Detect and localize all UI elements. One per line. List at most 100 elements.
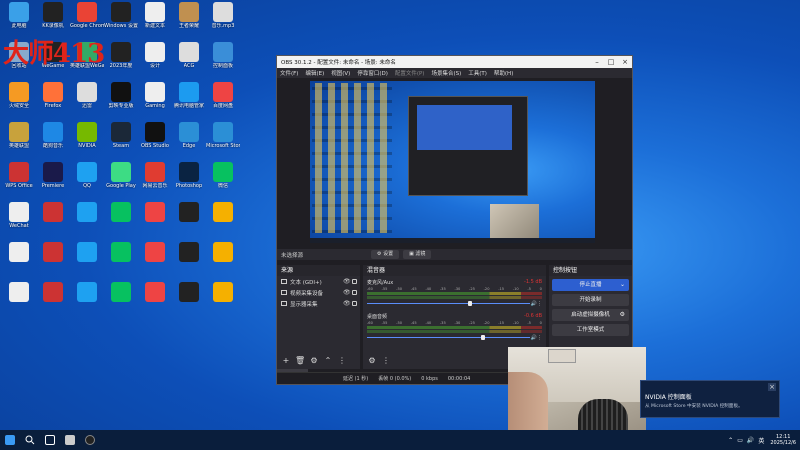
volume-slider[interactable]	[367, 301, 530, 306]
desktop-icon[interactable]: Edge	[172, 122, 206, 162]
desktop-icon[interactable]	[206, 242, 240, 282]
volume-icon[interactable]: 🔊	[747, 437, 754, 444]
desktop-icon[interactable]: 网易云音乐	[138, 162, 172, 202]
start-recording-button[interactable]: 开始录制	[552, 294, 629, 306]
desktop-icon[interactable]: Firefox	[36, 82, 70, 122]
visibility-eye-icon[interactable]: 👁	[343, 300, 351, 307]
desktop-icon[interactable]	[36, 242, 70, 282]
desktop-icon[interactable]: OBS Studio	[138, 122, 172, 162]
desktop-icon[interactable]: 音乐.mp3	[206, 2, 240, 42]
filters-button[interactable]: ▣ 滤镜	[403, 250, 432, 259]
volume-slider-thumb[interactable]	[481, 335, 486, 340]
notification-toast[interactable]: × NVIDIA 控制面板 从 Microsoft Store 中安装 NVID…	[640, 380, 780, 418]
source-item[interactable]: 显示器采集 👁	[277, 298, 360, 309]
desktop-icon[interactable]: 英雄联盟	[2, 122, 36, 162]
desktop-icon[interactable]: ACG	[172, 42, 206, 82]
desktop-icon[interactable]: Premiere	[36, 162, 70, 202]
desktop-icon[interactable]	[172, 282, 206, 322]
gear-icon[interactable]: ⚙	[620, 309, 625, 321]
menu-scene-collection[interactable]: 场景集合(S)	[431, 69, 461, 77]
desktop-icon[interactable]	[172, 202, 206, 242]
move-up-icon[interactable]: ⌃	[323, 356, 333, 366]
remove-source-icon[interactable]: 🗑	[295, 356, 305, 366]
desktop-icon[interactable]: NVIDIA	[70, 122, 104, 162]
desktop-icon[interactable]	[104, 282, 138, 322]
mute-icon[interactable]: 🔊⋮	[530, 301, 542, 307]
desktop-icon[interactable]: 百度网盘	[206, 82, 240, 122]
menu-help[interactable]: 帮助(H)	[494, 69, 513, 77]
desktop-icon[interactable]	[138, 202, 172, 242]
desktop-icon[interactable]: 微信	[206, 162, 240, 202]
tray-chevron-icon[interactable]: ⌃	[728, 437, 733, 444]
desktop-icon[interactable]	[2, 202, 36, 242]
desktop-icon[interactable]: QQ	[70, 162, 104, 202]
clock[interactable]: 12:11 2025/12/6	[770, 434, 796, 446]
properties-button[interactable]: ⚙ 设置	[371, 250, 400, 259]
stop-streaming-button[interactable]: 停止直播 ⌄	[552, 279, 629, 291]
menu-file[interactable]: 文件(F)	[280, 69, 298, 77]
advanced-audio-icon[interactable]: ⚙	[367, 356, 377, 366]
volume-slider-thumb[interactable]	[468, 301, 473, 306]
desktop-icon[interactable]: Gaming	[138, 82, 172, 122]
desktop-icon[interactable]: 王者荣耀	[172, 2, 206, 42]
menu-docks[interactable]: 停靠窗口(D)	[357, 69, 388, 77]
studio-mode-button[interactable]: 工作室模式	[552, 324, 629, 336]
desktop-icon[interactable]: 迅雷	[70, 82, 104, 122]
task-view-icon[interactable]	[40, 430, 60, 450]
menu-view[interactable]: 视图(V)	[331, 69, 350, 77]
desktop-icon[interactable]	[36, 282, 70, 322]
desktop-icon[interactable]: Microsoft Store	[206, 122, 240, 162]
desktop-icon[interactable]	[70, 202, 104, 242]
menu-tools[interactable]: 工具(T)	[468, 69, 487, 77]
desktop-icon[interactable]	[70, 242, 104, 282]
volume-slider[interactable]	[367, 335, 530, 340]
visibility-eye-icon[interactable]: 👁	[343, 278, 351, 285]
more-options-icon[interactable]: ⋮	[337, 356, 347, 366]
taskbar-app-icon[interactable]	[60, 430, 80, 450]
lock-icon[interactable]	[352, 279, 357, 284]
desktop-icon[interactable]: 腾讯电脑管家	[172, 82, 206, 122]
start-button[interactable]	[0, 430, 20, 450]
desktop-icon[interactable]	[138, 242, 172, 282]
desktop-icon[interactable]: Google Play	[104, 162, 138, 202]
close-icon[interactable]: ×	[618, 56, 632, 68]
more-options-icon[interactable]: ⋮	[381, 356, 391, 366]
desktop-icon[interactable]: 控制面板	[206, 42, 240, 82]
desktop-icon[interactable]	[206, 202, 240, 242]
obs-taskbar-icon[interactable]	[80, 430, 100, 450]
desktop-icon[interactable]	[2, 282, 36, 322]
source-settings-icon[interactable]: ⚙	[309, 356, 319, 366]
desktop-icon[interactable]	[70, 282, 104, 322]
desktop-icon[interactable]	[172, 242, 206, 282]
visibility-eye-icon[interactable]: 👁	[343, 289, 351, 296]
desktop-icon[interactable]: 剪映专业版	[104, 82, 138, 122]
close-icon[interactable]: ×	[768, 383, 776, 391]
add-source-icon[interactable]: +	[281, 356, 291, 366]
mute-icon[interactable]: 🔊⋮	[530, 335, 542, 341]
desktop-icon[interactable]	[138, 282, 172, 322]
search-icon[interactable]	[20, 430, 40, 450]
menu-edit[interactable]: 编辑(E)	[305, 69, 324, 77]
desktop-icon[interactable]: Photoshop	[172, 162, 206, 202]
source-item[interactable]: 视频采集设备 👁	[277, 287, 360, 298]
desktop-icon[interactable]: Steam	[104, 122, 138, 162]
desktop-icon[interactable]: 酷狗音乐	[36, 122, 70, 162]
obs-preview[interactable]	[310, 81, 595, 243]
desktop-icon[interactable]	[104, 242, 138, 282]
input-language[interactable]: 英	[758, 436, 764, 445]
lock-icon[interactable]	[352, 301, 357, 306]
desktop-icon[interactable]: WPS Office	[2, 162, 36, 202]
menu-profile[interactable]: 配置文件(P)	[395, 69, 425, 77]
obs-titlebar[interactable]: OBS 30.1.2 - 配置文件: 未命名 - 场景: 未命名 – □ ×	[277, 56, 632, 68]
start-virtual-camera-button[interactable]: 启动虚拟摄像机 ⚙	[552, 309, 629, 321]
desktop-icon[interactable]: 2023年度	[104, 42, 138, 82]
desktop-icon[interactable]	[2, 242, 36, 282]
maximize-icon[interactable]: □	[604, 56, 618, 68]
desktop-icon[interactable]	[206, 282, 240, 322]
desktop-icon[interactable]: 设计	[138, 42, 172, 82]
desktop-icon[interactable]: 火绒安全	[2, 82, 36, 122]
source-item[interactable]: 文本 (GDI+) 👁	[277, 276, 360, 287]
desktop-icon[interactable]	[104, 202, 138, 242]
lock-icon[interactable]	[352, 290, 357, 295]
desktop-icon[interactable]: 新建文本	[138, 2, 172, 42]
